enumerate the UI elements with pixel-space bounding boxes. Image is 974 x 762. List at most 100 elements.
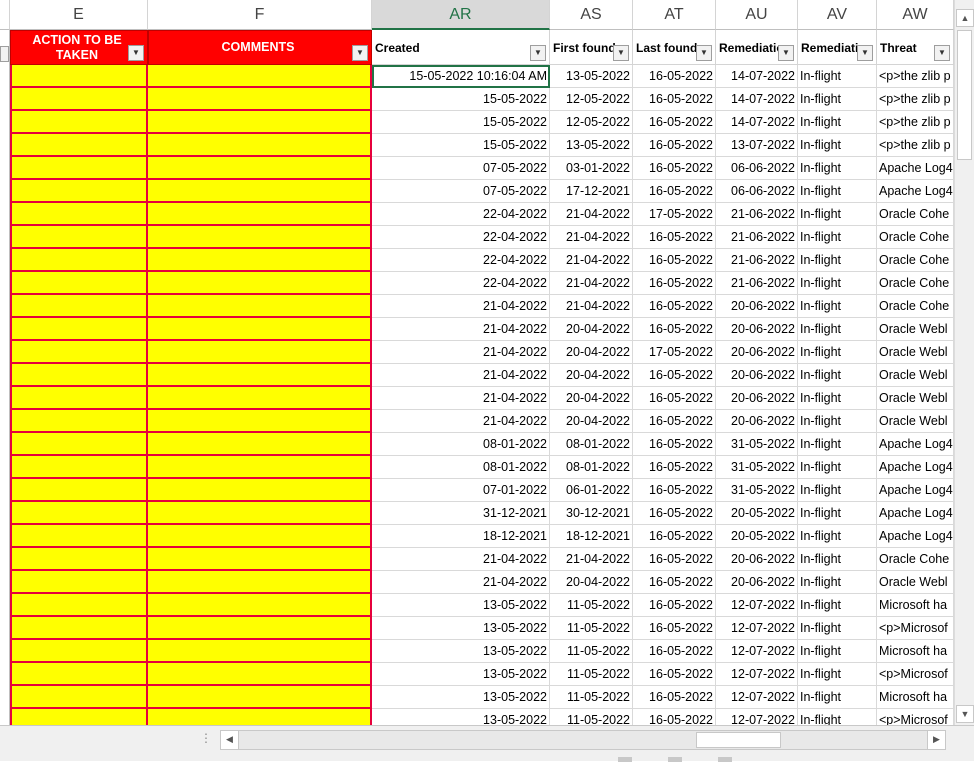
cell-created[interactable]: 21-04-2022 [372, 364, 550, 387]
cell-created[interactable]: 22-04-2022 [372, 272, 550, 295]
cell-due[interactable]: 06-06-2022 [716, 180, 798, 203]
cell-last[interactable]: 16-05-2022 [633, 272, 716, 295]
cell-first[interactable]: 13-05-2022 [550, 65, 633, 88]
cell-created[interactable]: 15-05-2022 [372, 111, 550, 134]
cell-first[interactable]: 21-04-2022 [550, 249, 633, 272]
cell-first[interactable]: 20-04-2022 [550, 387, 633, 410]
cell-first[interactable]: 03-01-2022 [550, 157, 633, 180]
action-to-be-taken-cell[interactable] [10, 571, 148, 594]
cell-created[interactable]: 13-05-2022 [372, 663, 550, 686]
header-action[interactable]: ACTION TO BE TAKEN ▼ [10, 30, 148, 65]
action-to-be-taken-cell[interactable] [10, 111, 148, 134]
cell-first[interactable]: 11-05-2022 [550, 663, 633, 686]
action-to-be-taken-cell[interactable] [10, 272, 148, 295]
header-threat[interactable]: Threat ▼ [877, 30, 954, 65]
cell-status[interactable]: In-flight [798, 502, 877, 525]
cell-status[interactable]: In-flight [798, 410, 877, 433]
cell-threat[interactable]: Oracle Webl [877, 387, 954, 410]
cell-status[interactable]: In-flight [798, 548, 877, 571]
cell-last[interactable]: 16-05-2022 [633, 525, 716, 548]
cell-first[interactable]: 30-12-2021 [550, 502, 633, 525]
cell-first[interactable]: 12-05-2022 [550, 111, 633, 134]
filter-dropdown-icon[interactable]: ▼ [352, 45, 368, 61]
action-to-be-taken-cell[interactable] [10, 203, 148, 226]
header-remediation-due[interactable]: Remediatio ▼ [716, 30, 798, 65]
status-bar-icon[interactable] [668, 757, 682, 762]
cell-due[interactable]: 20-05-2022 [716, 525, 798, 548]
action-to-be-taken-cell[interactable] [10, 157, 148, 180]
comments-cell[interactable] [148, 226, 372, 249]
cell-status[interactable]: In-flight [798, 364, 877, 387]
action-to-be-taken-cell[interactable] [10, 226, 148, 249]
cell-due[interactable]: 12-07-2022 [716, 617, 798, 640]
filter-dropdown-icon[interactable]: ▼ [128, 45, 144, 61]
cell-due[interactable]: 14-07-2022 [716, 88, 798, 111]
cell-threat[interactable]: Oracle Webl [877, 341, 954, 364]
action-to-be-taken-cell[interactable] [10, 387, 148, 410]
filter-dropdown-icon[interactable]: ▼ [934, 45, 950, 61]
cell-last[interactable]: 16-05-2022 [633, 479, 716, 502]
column-header-at[interactable]: AT [633, 0, 716, 30]
header-first-found[interactable]: First found ▼ [550, 30, 633, 65]
cell-last[interactable]: 16-05-2022 [633, 387, 716, 410]
cell-created[interactable]: 22-04-2022 [372, 249, 550, 272]
spreadsheet-grid[interactable]: E F AR AS AT AU AV AW ACTION TO BE TAKEN ▼ COMMENT… [0, 0, 954, 725]
cell-created[interactable]: 21-04-2022 [372, 410, 550, 433]
comments-cell[interactable] [148, 65, 372, 88]
cell-status[interactable]: In-flight [798, 226, 877, 249]
cell-threat[interactable]: Apache Log4 [877, 525, 954, 548]
action-to-be-taken-cell[interactable] [10, 410, 148, 433]
cell-created[interactable]: 18-12-2021 [372, 525, 550, 548]
cell-due[interactable]: 20-05-2022 [716, 502, 798, 525]
action-to-be-taken-cell[interactable] [10, 249, 148, 272]
cell-last[interactable]: 16-05-2022 [633, 65, 716, 88]
cell-status[interactable]: In-flight [798, 709, 877, 725]
cell-status[interactable]: In-flight [798, 663, 877, 686]
action-to-be-taken-cell[interactable] [10, 364, 148, 387]
cell-last[interactable]: 16-05-2022 [633, 364, 716, 387]
cell-threat[interactable]: <p>Microsof [877, 709, 954, 725]
cell-due[interactable]: 31-05-2022 [716, 479, 798, 502]
comments-cell[interactable] [148, 134, 372, 157]
action-to-be-taken-cell[interactable] [10, 617, 148, 640]
cell-created[interactable]: 08-01-2022 [372, 433, 550, 456]
cell-due[interactable]: 12-07-2022 [716, 594, 798, 617]
cell-first[interactable]: 11-05-2022 [550, 640, 633, 663]
cell-due[interactable]: 31-05-2022 [716, 456, 798, 479]
cell-status[interactable]: In-flight [798, 295, 877, 318]
comments-cell[interactable] [148, 525, 372, 548]
cell-last[interactable]: 16-05-2022 [633, 617, 716, 640]
comments-cell[interactable] [148, 709, 372, 725]
cell-due[interactable]: 20-06-2022 [716, 318, 798, 341]
cell-first[interactable]: 08-01-2022 [550, 433, 633, 456]
cell-status[interactable]: In-flight [798, 456, 877, 479]
cell-due[interactable]: 20-06-2022 [716, 571, 798, 594]
comments-cell[interactable] [148, 249, 372, 272]
action-to-be-taken-cell[interactable] [10, 65, 148, 88]
action-to-be-taken-cell[interactable] [10, 525, 148, 548]
action-to-be-taken-cell[interactable] [10, 502, 148, 525]
status-bar-icon[interactable] [618, 757, 632, 762]
cell-due[interactable]: 21-06-2022 [716, 272, 798, 295]
comments-cell[interactable] [148, 456, 372, 479]
cell-status[interactable]: In-flight [798, 88, 877, 111]
cell-threat[interactable]: Microsoft ha [877, 686, 954, 709]
comments-cell[interactable] [148, 203, 372, 226]
cell-last[interactable]: 16-05-2022 [633, 571, 716, 594]
cell-threat[interactable]: <p>the zlib p [877, 111, 954, 134]
cell-last[interactable]: 16-05-2022 [633, 640, 716, 663]
cell-created[interactable]: 13-05-2022 [372, 617, 550, 640]
horizontal-scrollbar[interactable]: ◀ ▶ [220, 730, 946, 750]
comments-cell[interactable] [148, 341, 372, 364]
cell-created[interactable]: 15-05-2022 10:16:04 AM [372, 65, 550, 88]
cell-due[interactable]: 14-07-2022 [716, 65, 798, 88]
cell-first[interactable]: 20-04-2022 [550, 364, 633, 387]
cell-first[interactable]: 20-04-2022 [550, 318, 633, 341]
action-to-be-taken-cell[interactable] [10, 433, 148, 456]
cell-status[interactable]: In-flight [798, 318, 877, 341]
cell-last[interactable]: 16-05-2022 [633, 594, 716, 617]
cell-created[interactable]: 21-04-2022 [372, 571, 550, 594]
cell-threat[interactable]: Oracle Webl [877, 410, 954, 433]
cell-status[interactable]: In-flight [798, 571, 877, 594]
column-header-f[interactable]: F [148, 0, 372, 30]
